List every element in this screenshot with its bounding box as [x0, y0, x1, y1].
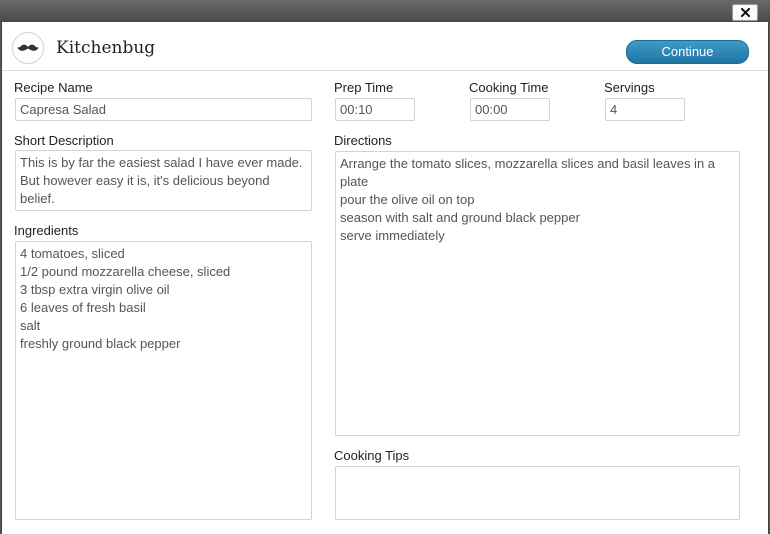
mustache-icon	[17, 44, 39, 51]
recipe-dialog: Kitchenbug Continue Recipe Name Short De…	[1, 22, 769, 534]
brand-name: Kitchenbug	[56, 38, 156, 58]
directions-label: Directions	[334, 133, 392, 148]
prep-time-label: Prep Time	[334, 80, 394, 95]
cooking-tips-textarea[interactable]	[335, 466, 740, 520]
modal-overlay-bar	[0, 0, 770, 22]
ingredients-label: Ingredients	[14, 223, 79, 238]
cooking-time-label: Cooking Time	[469, 80, 549, 95]
servings-input[interactable]	[605, 98, 685, 121]
recipe-name-label: Recipe Name	[14, 80, 93, 95]
cooking-time-input[interactable]	[470, 98, 550, 121]
cooking-tips-label: Cooking Tips	[334, 448, 410, 463]
ingredients-textarea[interactable]: 4 tomatoes, sliced 1/2 pound mozzarella …	[15, 241, 312, 520]
short-description-textarea[interactable]: This is by far the easiest salad I have …	[15, 150, 312, 211]
continue-button[interactable]: Continue	[626, 40, 749, 64]
servings-label: Servings	[604, 80, 655, 95]
close-icon	[740, 8, 750, 17]
close-button[interactable]	[732, 4, 758, 21]
recipe-name-input[interactable]	[15, 98, 312, 121]
dialog-header: Kitchenbug Continue	[2, 22, 768, 71]
logo	[12, 32, 44, 64]
prep-time-input[interactable]	[335, 98, 415, 121]
short-description-label: Short Description	[14, 133, 114, 148]
directions-textarea[interactable]: Arrange the tomato slices, mozzarella sl…	[335, 151, 740, 436]
